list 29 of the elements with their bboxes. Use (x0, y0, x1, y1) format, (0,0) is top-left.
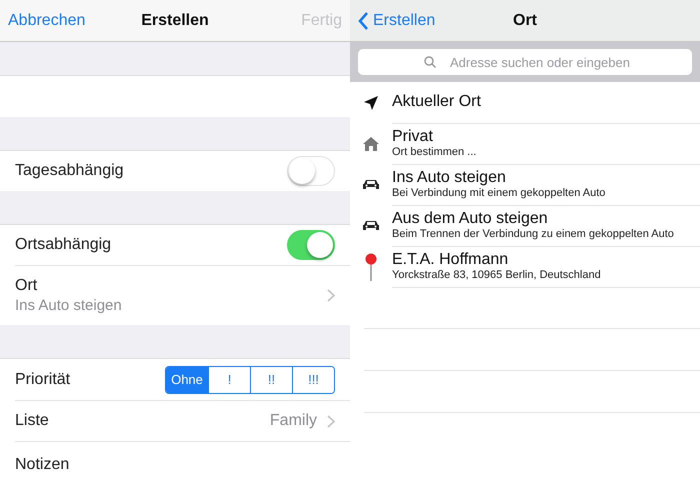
location-title: Aus dem Auto steigen (392, 210, 549, 228)
location-subtitle: Beim Trennen der Verbindung zu einem gekoppelten Auto (392, 228, 675, 240)
location-title: Privat (392, 128, 434, 146)
location-title: Ins Auto steigen (392, 169, 507, 187)
row-value: Family (270, 412, 317, 430)
location-title: Aktueller Ort (392, 93, 482, 111)
location-item[interactable]: E.T.A. Hoffmann Yorckstraße 83, 10965 Berlin, Deutschland (350, 246, 700, 287)
search-field[interactable]: Adresse suchen oder eingeben (358, 49, 692, 75)
row-label: Liste (15, 412, 49, 430)
back-button[interactable]: Erstellen (358, 12, 436, 30)
cancel-button[interactable]: Abbrechen (8, 12, 86, 30)
row-label: Tagesabhängig (15, 162, 124, 180)
location-title: E.T.A. Hoffmann (392, 251, 510, 269)
location-subtitle: Bei Verbindung mit einem gekoppelten Auto (392, 187, 606, 199)
row-label: Notizen (15, 456, 70, 474)
location-item[interactable]: Aktueller Ort (350, 82, 700, 123)
priority-segment[interactable]: !!! (292, 366, 334, 392)
row-subtitle: Ins Auto steigen (15, 297, 122, 314)
location-subtitle: Yorckstraße 83, 10965 Berlin, Deutschland (392, 269, 602, 281)
location-subtitle: Ort bestimmen ... (392, 146, 478, 158)
row-label: Priorität (15, 370, 70, 388)
nav-title: Erstellen (141, 12, 209, 30)
location-item[interactable]: Privat Ort bestimmen ... (350, 123, 700, 164)
location-item[interactable]: Aus dem Auto steigen Beim Trennen der Verbindung zu einem gekoppelten Auto (350, 205, 700, 246)
location-item[interactable]: Ins Auto steigen Bei Verbindung mit einem gekoppelten Auto (350, 164, 700, 205)
priority-segment[interactable]: Ohne (166, 366, 208, 392)
nav-title: Ort (513, 12, 537, 30)
row-label: Ort (15, 277, 38, 295)
row-label: Ortsabhängig (15, 236, 112, 254)
